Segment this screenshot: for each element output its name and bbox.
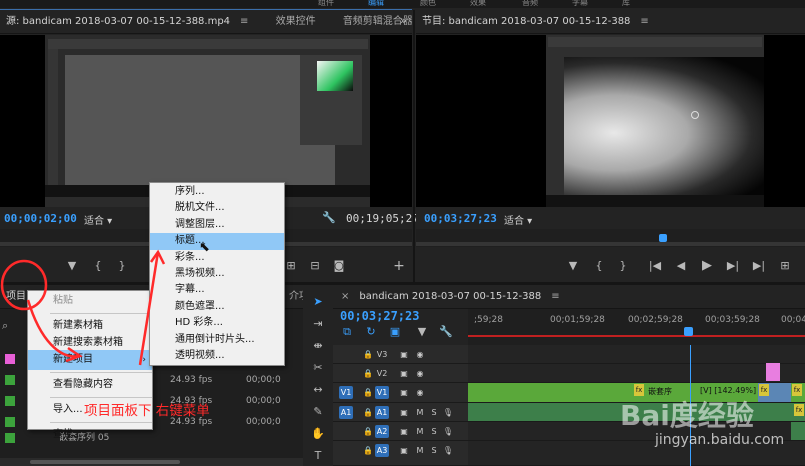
watermark-logo: Bai度经验 (620, 399, 754, 432)
annotation-circle (0, 259, 48, 311)
annotation-arrow-curve (26, 299, 81, 358)
annotation-arrow-up (138, 251, 160, 366)
watermark-url: jingyan.baidu.com (655, 432, 785, 448)
annotation-text: 项目面板下 右键菜单 (84, 403, 210, 419)
